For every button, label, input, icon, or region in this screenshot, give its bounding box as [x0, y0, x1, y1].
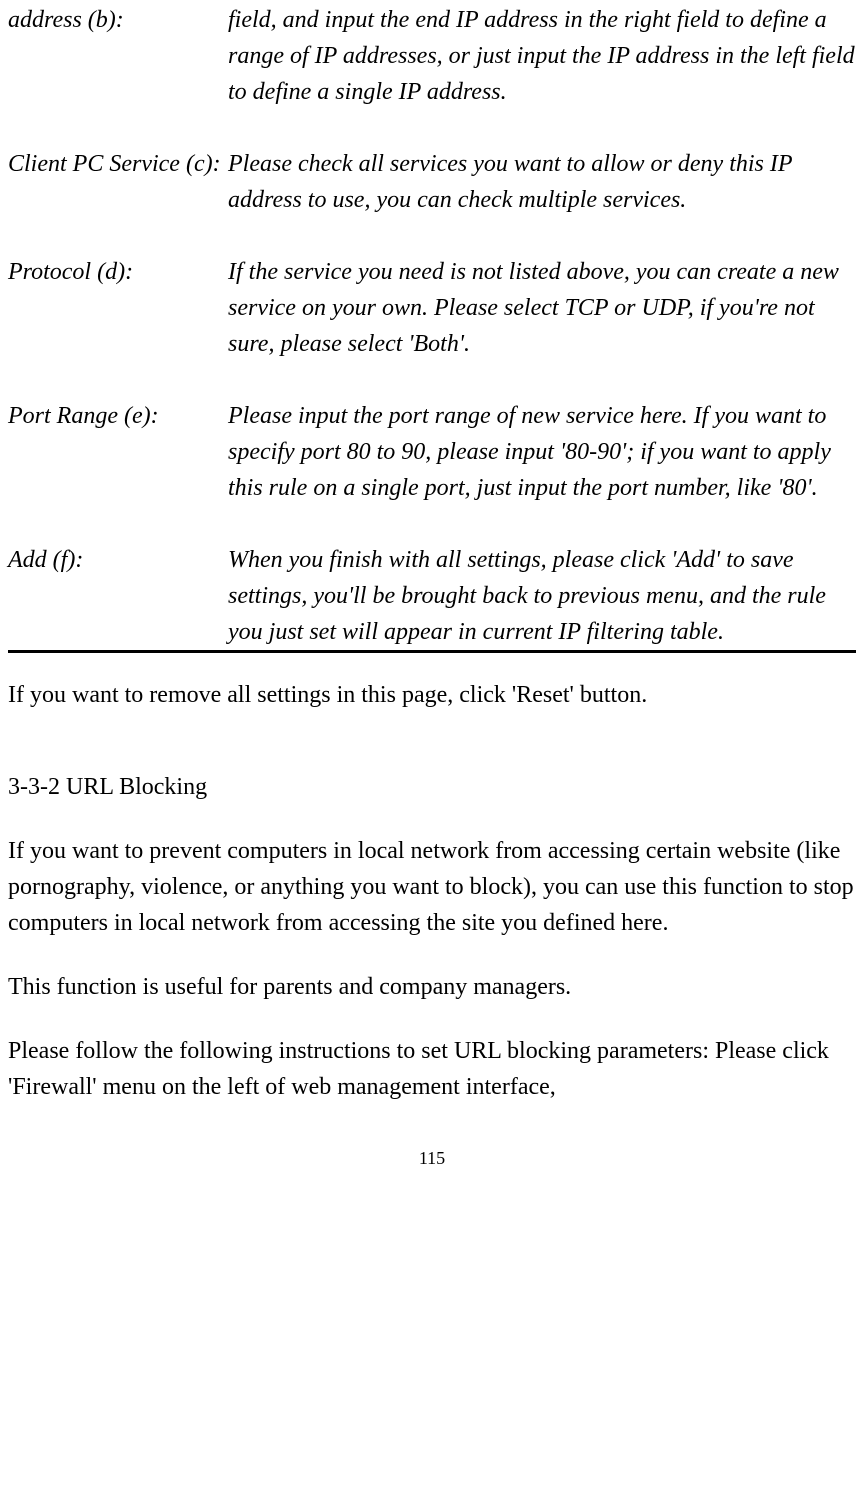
definition-label: Protocol (d): — [8, 254, 228, 362]
reset-paragraph: If you want to remove all settings in th… — [8, 677, 856, 713]
definition-row: Port Range (e): Please input the port ra… — [8, 398, 856, 506]
definition-description: field, and input the end IP address in t… — [228, 2, 856, 110]
definition-row: Client PC Service (c): Please check all … — [8, 146, 856, 218]
definition-label: Port Range (e): — [8, 398, 228, 506]
definition-description: When you finish with all settings, pleas… — [228, 542, 856, 650]
definition-label: Client PC Service (c): — [8, 146, 228, 218]
definition-label: Add (f): — [8, 542, 228, 650]
urlblock-paragraph: If you want to prevent computers in loca… — [8, 833, 856, 941]
useful-paragraph: This function is useful for parents and … — [8, 969, 856, 1005]
definition-description: If the service you need is not listed ab… — [228, 254, 856, 362]
definition-row: address (b): field, and input the end IP… — [8, 2, 856, 110]
definitions-table: address (b): field, and input the end IP… — [8, 2, 856, 653]
definition-row: Protocol (d): If the service you need is… — [8, 254, 856, 362]
definition-label: address (b): — [8, 2, 228, 110]
definition-row: Add (f): When you finish with all settin… — [8, 542, 856, 650]
definition-description: Please check all services you want to al… — [228, 146, 856, 218]
section-heading: 3-3-2 URL Blocking — [8, 769, 856, 805]
page-number: 115 — [8, 1145, 856, 1172]
definition-description: Please input the port range of new servi… — [228, 398, 856, 506]
instructions-paragraph: Please follow the following instructions… — [8, 1033, 856, 1105]
table-bottom-rule — [8, 650, 856, 652]
